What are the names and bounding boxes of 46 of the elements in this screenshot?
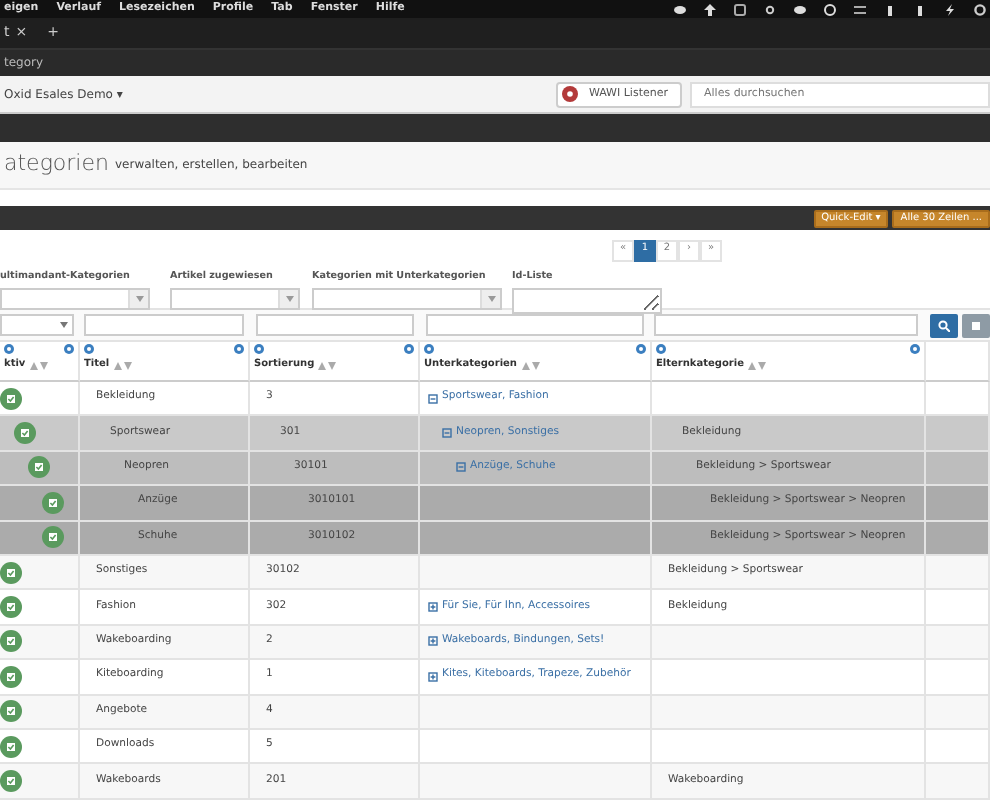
- caret-icon: [285, 296, 293, 303]
- filter-field[interactable]: [654, 314, 919, 336]
- active-toggle[interactable]: [28, 456, 50, 479]
- caret-icon: [487, 296, 495, 303]
- search-button[interactable]: [930, 313, 959, 337]
- sort-icon[interactable]: [748, 361, 767, 370]
- select-field[interactable]: [0, 288, 150, 311]
- active-toggle[interactable]: [14, 422, 36, 445]
- active-toggle[interactable]: [0, 596, 22, 619]
- filter-field[interactable]: [83, 314, 244, 336]
- caret-icon: [59, 322, 68, 328]
- filter-field[interactable]: [425, 314, 645, 336]
- collapse-icon[interactable]: [456, 462, 466, 473]
- circle-icon[interactable]: [824, 3, 836, 15]
- active-toggle[interactable]: [0, 700, 22, 723]
- active-toggle[interactable]: [0, 561, 22, 584]
- active-toggle[interactable]: [42, 526, 64, 549]
- reset-button[interactable]: [962, 313, 990, 337]
- expand-icon[interactable]: [428, 671, 438, 682]
- active-toggle[interactable]: [0, 630, 22, 653]
- select-field[interactable]: [312, 288, 502, 311]
- collapse-icon[interactable]: [428, 393, 438, 404]
- gear-icon[interactable]: [974, 3, 986, 15]
- search-icon: [938, 319, 951, 331]
- expand-icon[interactable]: [428, 602, 438, 613]
- select-field[interactable]: [170, 288, 300, 311]
- upload-icon[interactable]: [704, 3, 716, 15]
- active-toggle[interactable]: [42, 491, 64, 514]
- sort-icon[interactable]: [113, 361, 132, 370]
- listener-icon: [562, 86, 579, 102]
- collapse-icon[interactable]: [442, 428, 452, 439]
- page-title: ategorien: [4, 148, 109, 181]
- cloud-icon[interactable]: [674, 3, 686, 15]
- active-toggle[interactable]: [0, 735, 22, 758]
- expand-icon[interactable]: [428, 636, 438, 647]
- select-field[interactable]: [0, 314, 74, 336]
- sort-icon[interactable]: [521, 361, 539, 370]
- active-toggle[interactable]: [0, 387, 22, 410]
- sort-icon[interactable]: [318, 361, 337, 370]
- caret-icon: [135, 296, 143, 303]
- filter-field[interactable]: [255, 314, 414, 336]
- id-list-field[interactable]: [512, 288, 662, 315]
- sort-icon[interactable]: [29, 361, 48, 370]
- active-toggle[interactable]: [0, 665, 22, 688]
- active-toggle[interactable]: [0, 769, 22, 792]
- cloud-icon[interactable]: [794, 3, 806, 15]
